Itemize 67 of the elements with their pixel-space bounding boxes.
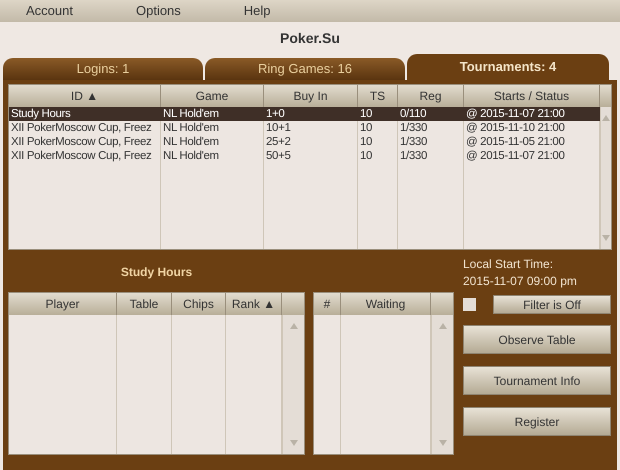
column-header[interactable]: Player xyxy=(9,293,117,315)
table-cell-text: @ 2015-11-07 21:00 xyxy=(465,107,566,121)
table-cell-text: 1/330 xyxy=(399,149,428,163)
table-cell-text: Study Hours xyxy=(10,107,72,121)
scroll-up-icon[interactable] xyxy=(602,115,610,121)
table-cell-text: XII PokerMoscow Cup, Freez xyxy=(10,149,152,163)
table-cell-text: 25+2 xyxy=(265,135,292,149)
table-cell-text: @ 2015-11-07 21:00 xyxy=(465,149,566,163)
table-cell-text: 10 xyxy=(359,135,374,149)
column-header[interactable]: Buy In xyxy=(264,85,358,107)
table-cell-text: XII PokerMoscow Cup, Freez xyxy=(10,121,152,135)
table-cell-text: NL Hold'em xyxy=(162,121,220,135)
table-cell-text: 10 xyxy=(359,121,374,135)
column-header[interactable]: Game xyxy=(161,85,264,107)
tab[interactable]: Tournaments: 4 xyxy=(407,54,609,80)
menu-item[interactable]: Help xyxy=(240,1,275,21)
table-cell-text: 1/330 xyxy=(399,135,428,149)
table-row[interactable]: XII PokerMoscow Cup, Freez NL Hold'em 10+1 10 1/330 @ 2015-11-10 21:00 xyxy=(9,121,600,135)
action-button[interactable]: Tournament Info xyxy=(463,366,611,395)
scrollbar[interactable] xyxy=(431,315,453,454)
column-header[interactable]: Waiting xyxy=(341,293,431,315)
table-row[interactable]: XII PokerMoscow Cup, Freez NL Hold'em 50+5 10 1/330 @ 2015-11-07 21:00 xyxy=(9,149,600,163)
header-corner xyxy=(600,85,611,107)
table-row[interactable]: Study Hours NL Hold'em 1+0 10 0/110 @ 2015-11-07 21:00 xyxy=(9,107,600,121)
details-title: Study Hours xyxy=(120,264,192,281)
table-cell-text: @ 2015-11-05 21:00 xyxy=(465,135,566,149)
table-cell-text: XII PokerMoscow Cup, Freez xyxy=(10,135,152,149)
header-corner xyxy=(431,293,453,315)
column-header[interactable]: TS xyxy=(358,85,398,107)
table-row[interactable]: XII PokerMoscow Cup, Freez NL Hold'em 25+2 10 1/330 @ 2015-11-05 21:00 xyxy=(9,135,600,149)
scroll-down-icon[interactable] xyxy=(602,235,610,241)
table-cell-text: 50+5 xyxy=(265,149,292,163)
header-corner xyxy=(282,293,304,315)
table-cell-text: @ 2015-11-10 21:00 xyxy=(465,121,566,135)
table-cell-text: 1/330 xyxy=(399,121,428,135)
menu-item[interactable]: Options xyxy=(132,1,185,21)
action-button[interactable]: Register xyxy=(463,407,611,436)
scroll-down-icon[interactable] xyxy=(290,440,298,446)
column-header[interactable]: Starts / Status xyxy=(464,85,600,107)
filter-checkbox[interactable] xyxy=(463,298,476,311)
column-header[interactable]: Table xyxy=(117,293,172,315)
table-cell-text: 10 xyxy=(359,107,374,121)
app-title: Poker.Su xyxy=(280,29,340,48)
filter-button[interactable]: Filter is Off xyxy=(493,295,611,314)
table-cell-text: 10+1 xyxy=(265,121,292,135)
column-header[interactable]: Chips xyxy=(172,293,226,315)
column-header[interactable]: Rank ▲ xyxy=(226,293,282,315)
local-start-value: 2015-11-07 09:00 pm xyxy=(463,273,578,290)
column-header[interactable]: ID ▲ xyxy=(9,85,161,107)
scroll-up-icon[interactable] xyxy=(290,323,298,329)
table-cell-text: 10 xyxy=(359,149,374,163)
scroll-down-icon[interactable] xyxy=(438,440,446,446)
table-cell-text: 1+0 xyxy=(265,107,286,121)
table-cell-text: NL Hold'em xyxy=(162,135,220,149)
scroll-up-icon[interactable] xyxy=(438,323,446,329)
menu-item[interactable]: Account xyxy=(22,1,77,21)
table-cell-text: 0/110 xyxy=(399,107,428,121)
tab[interactable]: Logins: 1 xyxy=(3,58,203,80)
table-cell-text: NL Hold'em xyxy=(162,107,220,121)
column-header[interactable]: # xyxy=(314,293,341,315)
tab[interactable]: Ring Games: 16 xyxy=(205,58,405,80)
table-cell-text: NL Hold'em xyxy=(162,149,220,163)
local-start-label: Local Start Time: xyxy=(463,256,554,273)
scrollbar[interactable] xyxy=(282,315,304,454)
column-header[interactable]: Reg xyxy=(398,85,464,107)
action-button[interactable]: Observe Table xyxy=(463,325,611,354)
scrollbar[interactable] xyxy=(600,107,611,249)
